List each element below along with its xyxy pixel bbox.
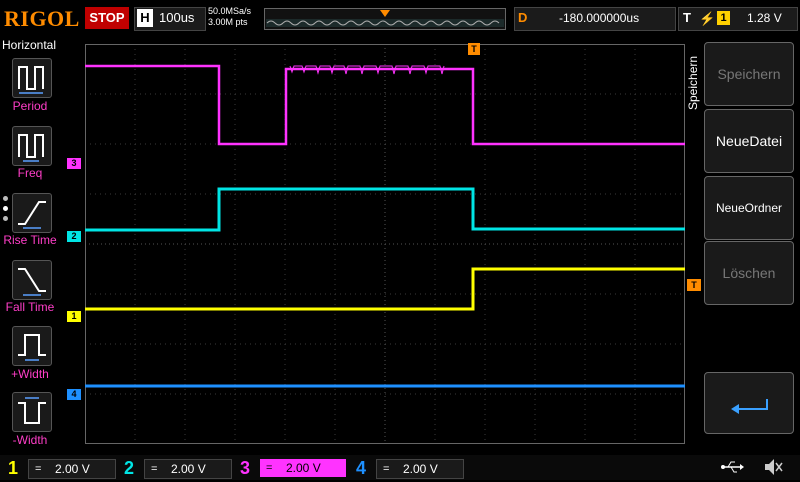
channel-1-scale: 2.00 V (55, 462, 90, 476)
freq-button[interactable] (12, 126, 52, 166)
channel-3-scale: 2.00 V (286, 461, 321, 475)
rising-edge-icon: ⚡ (699, 11, 716, 26)
speichern-button[interactable]: Speichern (704, 42, 794, 106)
timebase-value: 100us (159, 10, 195, 25)
channel-4-offset-marker[interactable]: 4 (67, 389, 81, 400)
period-icon (18, 66, 44, 94)
negative-width-button[interactable] (12, 392, 52, 432)
trigger-level-marker[interactable]: T (687, 279, 701, 291)
trigger-box[interactable]: T ⚡ 1 1.28 V (678, 7, 798, 31)
horizontal-measure-menu: Horizontal Period Freq Rise Time Fall Ti… (0, 36, 60, 456)
positive-width-button[interactable] (12, 326, 52, 366)
fall-time-icon (18, 268, 46, 296)
negative-width-icon (18, 397, 46, 424)
loeschen-button[interactable]: Löschen (704, 241, 794, 305)
menu-title: Horizontal (2, 38, 57, 52)
delay-box[interactable]: D -180.000000us (514, 7, 676, 31)
usb-icon (720, 458, 744, 481)
channel-1-coupling: = (35, 463, 42, 475)
timebase-label: H (137, 9, 153, 27)
channel-4-status[interactable]: 4 = 2.00 V (352, 457, 464, 479)
channel-2-offset-marker[interactable]: 2 (67, 231, 81, 242)
channel-1-offset-marker[interactable]: 1 (67, 311, 81, 322)
delay-label: D (518, 10, 528, 25)
timebase-box[interactable]: H 100us (134, 7, 206, 31)
channel-2-scale-box: = 2.00 V (144, 459, 232, 479)
channel-1-status[interactable]: 1 = 2.00 V (4, 457, 116, 479)
freq-label: Freq (17, 166, 43, 180)
run-stop-indicator[interactable]: STOP (85, 7, 129, 29)
rise-time-icon (18, 201, 46, 229)
negative-width-label: -Width (12, 433, 48, 447)
channel-1-number: 1 (7, 458, 18, 478)
brand-logo: RIGOL (4, 6, 80, 31)
rise-time-button[interactable] (12, 193, 52, 233)
speaker-mute-icon[interactable] (762, 457, 784, 482)
positive-width-label: +Width (11, 367, 49, 381)
neue-ordner-button[interactable]: NeueOrdner (704, 176, 794, 240)
trigger-label: T (683, 10, 691, 25)
top-status-bar: RIGOL STOP H 100us 50.0MSa/s 3.00M pts D… (0, 0, 800, 36)
channel-3-coupling: = (266, 462, 273, 474)
trigger-level: 1.28 V (747, 11, 782, 25)
memory-overview-strip[interactable] (264, 8, 506, 30)
memory-depth: 3.00M pts (208, 17, 248, 27)
right-menu-title: Speichern (686, 40, 702, 140)
return-arrow-icon (731, 399, 768, 414)
frequency-icon (18, 134, 44, 162)
trigger-position-marker[interactable]: T (468, 43, 480, 55)
channel-2-status[interactable]: 2 = 2.00 V (120, 457, 232, 479)
waveform-display[interactable] (85, 44, 685, 444)
period-label: Period (12, 99, 48, 113)
positive-width-icon (18, 334, 46, 361)
sample-rate: 50.0MSa/s (208, 6, 252, 16)
channel-status-bar: 1 = 2.00 V 2 = 2.00 V 3 = 2.00 V 4 = 2.0… (0, 455, 800, 480)
channel-3-status[interactable]: 3 = 2.00 V (236, 457, 346, 479)
right-menu-title-text: Speichern (686, 55, 700, 110)
period-button[interactable] (12, 58, 52, 98)
channel-4-number: 4 (355, 458, 366, 478)
channel-3-number: 3 (239, 458, 250, 478)
channel-2-number: 2 (123, 458, 134, 478)
fall-time-label: Fall Time (5, 300, 55, 314)
channel-4-scale-box: = 2.00 V (376, 459, 464, 479)
channel-1-scale-box: = 2.00 V (28, 459, 116, 479)
fall-time-button[interactable] (12, 260, 52, 300)
memory-overview-waveform (266, 10, 504, 27)
channel-3-scale-box: = 2.00 V (260, 459, 346, 477)
return-button[interactable] (704, 372, 794, 434)
delay-value: -180.000000us (559, 11, 640, 25)
channel-4-coupling: = (383, 463, 390, 475)
channel-2-coupling: = (151, 463, 158, 475)
channel-2-scale: 2.00 V (171, 462, 206, 476)
channel-4-scale: 2.00 V (403, 462, 438, 476)
trigger-source: 1 (717, 11, 730, 25)
rise-time-label: Rise Time (3, 233, 57, 247)
neue-datei-button[interactable]: NeueDatei (704, 109, 794, 173)
acquisition-info: 50.0MSa/s 3.00M pts (208, 6, 251, 28)
channel-3-offset-marker[interactable]: 3 (67, 158, 81, 169)
